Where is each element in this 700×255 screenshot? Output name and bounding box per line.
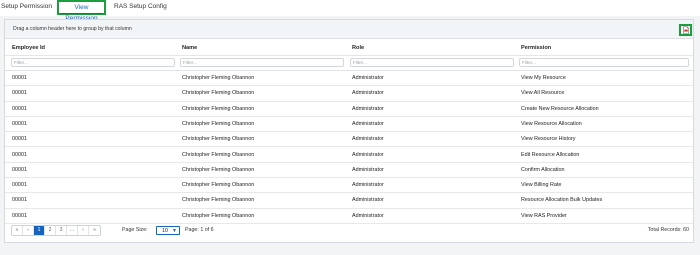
table-row[interactable]: 00001 Christopher Fleming Obannon Admini… [5, 86, 693, 102]
permission-cell: View Resource History [521, 136, 576, 143]
employee-id-cell: 00001 [12, 182, 27, 189]
filter-permission[interactable] [519, 58, 689, 67]
tab-view-permission[interactable]: View Permission [57, 0, 106, 22]
page-2-button[interactable]: 2 [45, 226, 56, 235]
permission-cell: Create New Resource Allocation [521, 105, 599, 112]
table-row[interactable]: 00001 Christopher Fleming Obannon Admini… [5, 178, 693, 194]
table-row[interactable]: 00001 Christopher Fleming Obannon Admini… [5, 163, 693, 179]
role-cell: Administrator [352, 212, 384, 219]
table-row[interactable]: 00001 Christopher Fleming Obannon Admini… [5, 148, 693, 163]
page-3-button[interactable]: 3 [56, 226, 67, 235]
page-buttons: « ‹ 1 2 3 ... › » [11, 225, 101, 236]
filter-name[interactable] [180, 58, 344, 67]
employee-id-cell: 00001 [12, 197, 27, 204]
name-cell: Christopher Fleming Obannon [182, 105, 255, 112]
column-header-employee-id[interactable]: Employee Id [12, 41, 45, 55]
table-row[interactable]: 00001 Christopher Fleming Obannon Admini… [5, 132, 693, 148]
export-button[interactable] [679, 24, 692, 36]
employee-id-cell: 00001 [12, 151, 27, 158]
name-cell: Christopher Fleming Obannon [182, 151, 255, 158]
name-cell: Christopher Fleming Obannon [182, 90, 255, 97]
employee-id-cell: 00001 [12, 105, 27, 112]
role-cell: Administrator [352, 166, 384, 173]
name-cell: Christopher Fleming Obannon [182, 136, 255, 143]
table-row[interactable]: 00001 Christopher Fleming Obannon Admini… [5, 102, 693, 117]
header-divider [5, 55, 693, 56]
employee-id-cell: 00001 [12, 212, 27, 219]
group-panel[interactable]: Drag a column header here to group by th… [5, 20, 693, 39]
permission-cell: View All Resource [521, 90, 565, 97]
column-header-role[interactable]: Role [352, 41, 364, 55]
role-cell: Administrator [352, 105, 384, 112]
filter-employee-id[interactable] [11, 58, 175, 67]
permission-cell: Resource Allocation Bulk Updates [521, 197, 603, 204]
role-cell: Administrator [352, 182, 384, 189]
role-cell: Administrator [352, 197, 384, 204]
tab-bar: Setup Permission View Permission RAS Set… [0, 0, 700, 22]
table-row[interactable]: 00001 Christopher Fleming Obannon Admini… [5, 117, 693, 133]
page-size-value: 10 [162, 228, 168, 234]
tab-setup-permission[interactable]: Setup Permission [1, 0, 53, 16]
table-row[interactable]: 00001 Christopher Fleming Obannon Admini… [5, 71, 693, 87]
pdf-export-icon [683, 26, 689, 34]
name-cell: Christopher Fleming Obannon [182, 212, 255, 219]
role-cell: Administrator [352, 151, 384, 158]
page-1-button[interactable]: 1 [34, 226, 45, 235]
tab-ras-setup-config[interactable]: RAS Setup Config [114, 0, 174, 16]
permission-cell: View My Resource [521, 75, 566, 81]
permission-cell: Edit Resource Allocation [521, 151, 580, 158]
table-row[interactable]: 00001 Christopher Fleming Obannon Admini… [5, 209, 693, 224]
prev-page-button[interactable]: ‹ [23, 226, 34, 235]
role-cell: Administrator [352, 75, 384, 81]
page-size-select[interactable]: 10 ▼ [156, 226, 180, 235]
pager: « ‹ 1 2 3 ... › » Page Size: 10 ▼ Page: … [5, 223, 693, 242]
table-row[interactable]: 00001 Christopher Fleming Obannon Admini… [5, 193, 693, 209]
role-cell: Administrator [352, 120, 384, 127]
column-header-name[interactable]: Name [182, 41, 197, 55]
name-cell: Christopher Fleming Obannon [182, 75, 255, 81]
permission-cell: View RAS Provider [521, 212, 567, 219]
employee-id-cell: 00001 [12, 136, 27, 143]
column-header-permission[interactable]: Permission [521, 41, 551, 55]
employee-id-cell: 00001 [12, 75, 27, 81]
page-size-label: Page Size: [122, 227, 148, 233]
more-pages-button[interactable]: ... [67, 226, 78, 235]
role-cell: Administrator [352, 136, 384, 143]
chevron-down-icon: ▼ [172, 228, 177, 234]
name-cell: Christopher Fleming Obannon [182, 182, 255, 189]
permission-cell: View Billing Rate [521, 182, 562, 189]
page-footer-strip [0, 247, 700, 255]
permission-cell: View Resource Allocation [521, 120, 582, 127]
group-hint: Drag a column header here to group by th… [13, 26, 132, 32]
permission-grid: Drag a column header here to group by th… [4, 19, 694, 243]
employee-id-cell: 00001 [12, 120, 27, 127]
next-page-button[interactable]: › [78, 226, 89, 235]
role-cell: Administrator [352, 90, 384, 97]
name-cell: Christopher Fleming Obannon [182, 197, 255, 204]
total-records: Total Records: 60 [647, 227, 689, 233]
first-page-button[interactable]: « [12, 226, 23, 235]
last-page-button[interactable]: » [89, 226, 100, 235]
name-cell: Christopher Fleming Obannon [182, 120, 255, 127]
employee-id-cell: 00001 [12, 166, 27, 173]
name-cell: Christopher Fleming Obannon [182, 166, 255, 173]
permission-cell: Confirm Allocation [521, 166, 565, 173]
employee-id-cell: 00001 [12, 90, 27, 97]
page-info: Page: 1 of 6 [185, 227, 214, 233]
filter-role[interactable] [350, 58, 514, 67]
